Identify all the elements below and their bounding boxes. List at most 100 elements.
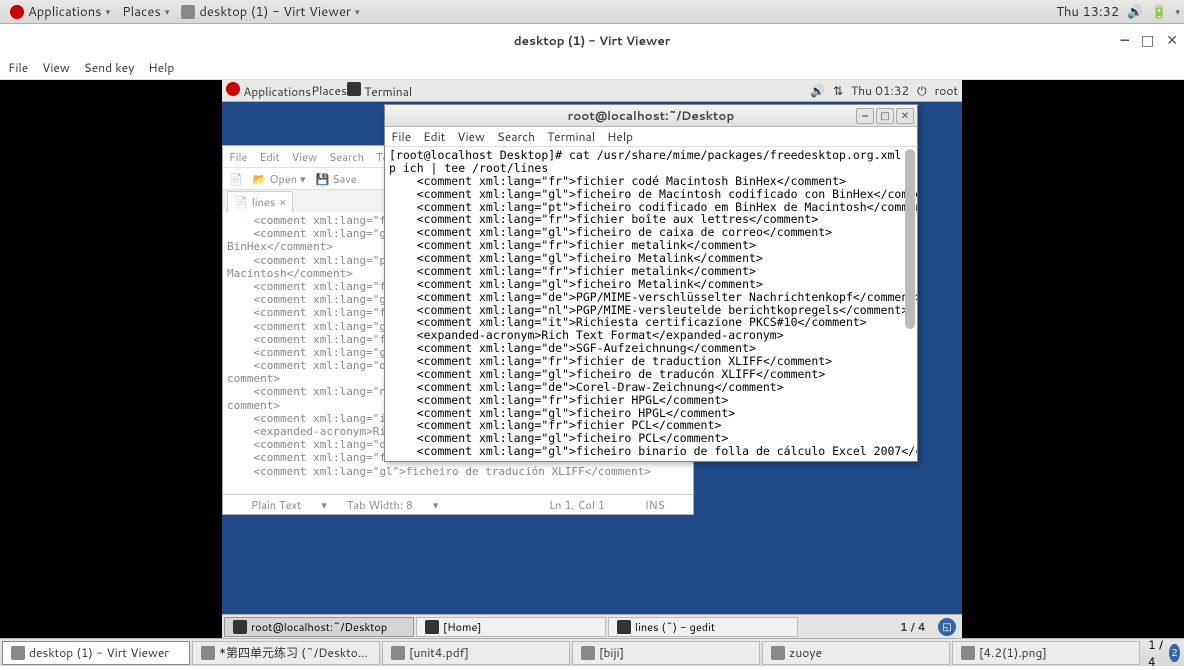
label: desktop (1) - Virt Viewer — [199, 3, 351, 21]
workspace-switcher[interactable]: 2 — [1169, 644, 1179, 662]
window-title: desktop (1) - Virt Viewer — [514, 32, 671, 49]
taskbar-label: *第四单元练习 (~/Deskto... — [219, 644, 368, 661]
menu-search[interactable]: Search — [329, 149, 364, 165]
menu-file[interactable]: File — [391, 128, 411, 145]
menu-view[interactable]: View — [42, 59, 70, 76]
menu-edit[interactable]: Edit — [259, 149, 279, 165]
guest-terminal-app[interactable]: Terminal — [347, 82, 412, 100]
taskbar-label: [Home] — [443, 619, 481, 635]
menu-sendkey[interactable]: Send key — [84, 59, 135, 76]
virt-viewer-titlebar[interactable]: desktop (1) - Virt Viewer – □ ✕ — [0, 24, 1184, 56]
taskbar-button[interactable]: [4.2(1).png] — [952, 641, 1140, 665]
volume-icon[interactable]: 🔊 — [1127, 3, 1143, 21]
label: Applications — [243, 83, 311, 100]
guest-user[interactable]: root — [935, 82, 958, 99]
close-button[interactable]: ✕ — [1166, 30, 1178, 50]
menu-terminal[interactable]: Terminal — [547, 128, 595, 145]
virt-viewer-icon — [181, 5, 195, 19]
host-bottom-panel: desktop (1) - Virt Viewer *第四单元练习 (~/Desk… — [0, 638, 1184, 666]
host-active-app-menu[interactable]: desktop (1) - Virt Viewer ▾ — [175, 0, 365, 24]
taskbar-button[interactable]: zuoye — [762, 641, 950, 665]
taskbar-label: lines (~) - gedit — [635, 619, 715, 635]
taskbar-button[interactable]: root@localhost:~/Desktop — [224, 617, 414, 637]
battery-icon[interactable]: 🔋 — [1151, 3, 1167, 21]
taskbar-label: zuoye — [789, 644, 822, 661]
taskbar-button[interactable]: desktop (1) - Virt Viewer — [2, 641, 190, 665]
virt-viewer-window: desktop (1) - Virt Viewer – □ ✕ File Vie… — [0, 24, 1184, 638]
workspace-indicator[interactable]: 1 / 4 — [892, 619, 934, 635]
menu-edit[interactable]: Edit — [423, 128, 445, 145]
host-places-menu[interactable]: Places ▾ — [116, 0, 175, 24]
volume-icon[interactable]: 🔊 — [810, 82, 825, 99]
app-icon — [425, 620, 439, 634]
terminal-window[interactable]: root@localhost:~/Desktop – □ ✕ File Edit… — [384, 104, 918, 462]
label: Places — [122, 3, 161, 21]
guest-bottom-panel: root@localhost:~/Desktop [Home] lines (~) … — [222, 614, 962, 638]
workspace-indicator[interactable]: 1 / 4 — [1148, 636, 1163, 670]
label: Places — [311, 82, 347, 99]
guest-places-menu[interactable]: Places — [311, 82, 347, 99]
virt-viewer-menubar: File View Send key Help — [0, 56, 1184, 80]
app-icon — [11, 646, 25, 660]
host-clock[interactable]: Thu 13:32 — [1056, 3, 1119, 21]
guest-clock[interactable]: Thu 01:32 — [851, 82, 909, 99]
chevron-down-icon: ▾ — [1175, 5, 1180, 18]
new-button[interactable]: 📄 — [229, 171, 243, 187]
terminal-titlebar[interactable]: root@localhost:~/Desktop – □ ✕ — [385, 105, 917, 127]
gedit-statusbar: Plain Text ▾ Tab Width: 8 ▾ Ln 1, Col 1 … — [223, 494, 693, 514]
menu-help[interactable]: Help — [607, 128, 633, 145]
taskbar-button[interactable]: [Home] — [416, 617, 606, 637]
gedit-tab-lines[interactable]: 📄 lines × — [227, 191, 293, 212]
menu-file[interactable]: File — [229, 149, 247, 165]
status-language[interactable]: Plain Text — [231, 497, 321, 513]
taskbar-label: [unit4.pdf] — [409, 644, 469, 661]
power-icon[interactable]: ⏻ — [917, 82, 927, 99]
chevron-down-icon: ▾ — [355, 5, 360, 18]
terminal-icon — [347, 82, 361, 96]
redhat-icon — [226, 82, 240, 96]
close-icon[interactable]: × — [279, 194, 286, 210]
maximize-button[interactable]: □ — [1141, 30, 1154, 50]
label: Terminal — [364, 83, 412, 100]
host-top-panel: Applications ▾ Places ▾ desktop (1) - Vi… — [0, 0, 1184, 24]
taskbar-button[interactable]: [unit4.pdf] — [382, 641, 570, 665]
app-icon — [581, 646, 595, 660]
host-applications-menu[interactable]: Applications ▾ — [4, 0, 116, 24]
minimize-button[interactable]: – — [856, 108, 874, 124]
scrollbar-thumb[interactable] — [905, 149, 915, 329]
open-button[interactable]: 📂 Open ▾ — [253, 171, 306, 187]
network-icon[interactable]: ⇅ — [833, 82, 843, 99]
minimize-button[interactable]: – — [1121, 30, 1129, 50]
taskbar-label: [4.2(1).png] — [979, 644, 1047, 661]
menu-view[interactable]: View — [292, 149, 317, 165]
guest-applications-menu[interactable]: Applications — [226, 82, 311, 100]
maximize-button[interactable]: □ — [876, 108, 894, 124]
close-button[interactable]: ✕ — [896, 108, 914, 124]
menu-help[interactable]: Help — [148, 59, 174, 76]
app-icon — [201, 646, 215, 660]
app-icon — [233, 620, 247, 634]
app-icon — [617, 620, 631, 634]
redhat-icon — [10, 5, 24, 19]
guest-top-panel: Applications Places Terminal 🔊 ⇅ Thu 01:… — [222, 80, 962, 102]
workspace-switcher[interactable]: ◱ — [938, 618, 956, 636]
app-icon — [391, 646, 405, 660]
taskbar-button[interactable]: *第四单元练习 (~/Deskto... — [192, 641, 380, 665]
menu-file[interactable]: File — [8, 59, 28, 76]
window-title: root@localhost:~/Desktop — [568, 107, 735, 124]
save-button[interactable]: 💾 Save — [316, 171, 357, 187]
taskbar-button[interactable]: [biji] — [572, 641, 760, 665]
menu-search[interactable]: Search — [497, 128, 535, 145]
guest-desktop[interactable]: Applications Places Terminal 🔊 ⇅ Thu 01:… — [222, 80, 962, 638]
menu-view[interactable]: View — [457, 128, 485, 145]
terminal-output[interactable]: [root@localhost Desktop]# cat /usr/share… — [385, 147, 917, 461]
chevron-down-icon: ▾ — [106, 5, 111, 18]
taskbar-label: root@localhost:~/Desktop — [251, 619, 387, 635]
status-tabwidth[interactable]: Tab Width: 8 — [327, 497, 433, 513]
guest-viewport: Applications Places Terminal 🔊 ⇅ Thu 01:… — [0, 80, 1184, 638]
taskbar-button[interactable]: lines (~) - gedit — [608, 617, 798, 637]
status-cursor: Ln 1, Col 1 — [529, 497, 625, 513]
chevron-down-icon: ▾ — [165, 5, 170, 18]
app-icon — [771, 646, 785, 660]
status-insertmode[interactable]: INS — [625, 497, 685, 513]
